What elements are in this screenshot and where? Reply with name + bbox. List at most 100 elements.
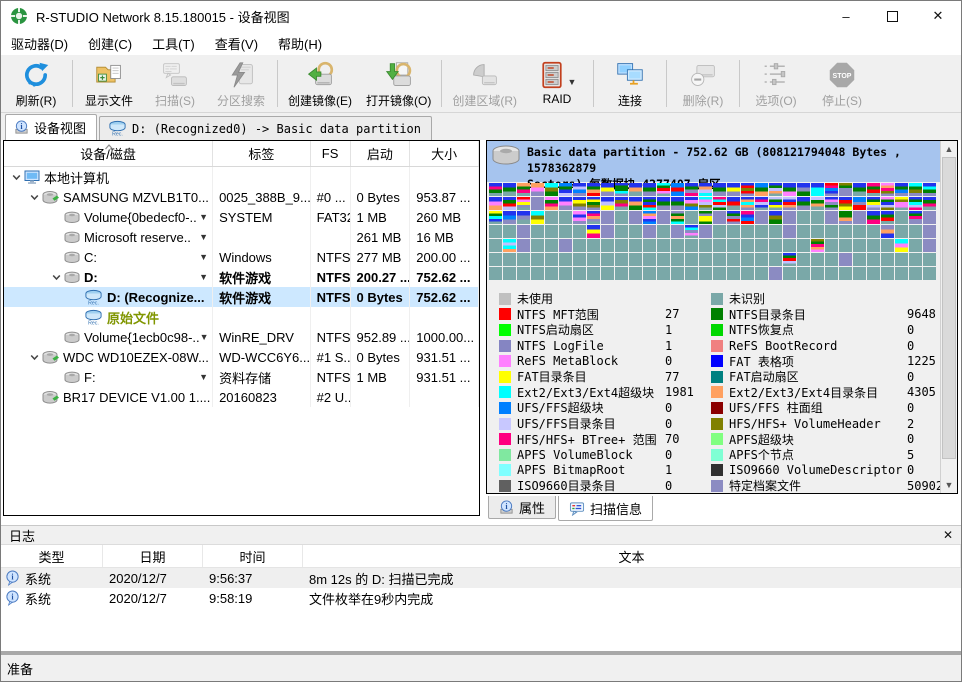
legend-label: NTFS LogFile	[517, 339, 665, 353]
log-column-header-time[interactable]: 时间	[203, 545, 303, 567]
expand-arrow-icon[interactable]	[8, 172, 24, 183]
close-button[interactable]: ✕	[915, 1, 961, 31]
info-tab-properties[interactable]: i属性	[488, 496, 556, 519]
device-cell-fs: NTFS	[311, 287, 351, 307]
legend-item: APFS VolumeBlock0	[499, 447, 707, 463]
scan-block	[503, 211, 516, 224]
volume-icon	[64, 231, 80, 244]
view-tab-device-view[interactable]: i设备视图	[5, 114, 97, 140]
log-row[interactable]: i系统2020/12/79:58:19文件枚举在9秒内完成	[1, 588, 961, 608]
expand-arrow-icon[interactable]	[26, 352, 42, 363]
device-row[interactable]: BR17 DEVICE V1.00 1....20160823#2 U...	[4, 387, 479, 407]
row-dropdown-icon[interactable]: ▼	[199, 372, 208, 382]
scan-legend-right: 未识别NTFS目录条目9648NTFS恢复点0ReFS BootRecord0F…	[711, 291, 958, 494]
device-cell-size: 752.62 ...	[410, 287, 479, 307]
info-tab-scan-info[interactable]: 扫描信息	[558, 496, 653, 521]
column-header-label[interactable]: 标签	[213, 141, 311, 166]
expand-arrow-icon[interactable]	[26, 192, 42, 203]
legend-swatch	[499, 293, 511, 305]
scan-panel-scrollbar[interactable]: ▲ ▼	[940, 141, 957, 493]
menu-item-help[interactable]: 帮助(H)	[268, 31, 332, 56]
scan-block	[797, 253, 810, 266]
device-cell-start: 277 MB	[351, 247, 411, 267]
scan-block	[489, 239, 502, 252]
legend-label: NTFS恢复点	[729, 321, 907, 338]
open-image-button[interactable]: 打开镜像(O)	[359, 55, 438, 112]
column-header-start[interactable]: 启动	[351, 141, 411, 166]
legend-item: APFS BitmapRoot1	[499, 463, 707, 479]
log-panel: 日志 ✕ 类型日期时间文本 i系统2020/12/79:56:378m 12s …	[1, 525, 961, 651]
scan-block	[783, 253, 796, 266]
legend-swatch	[711, 402, 723, 414]
volume-icon	[64, 211, 80, 224]
device-row[interactable]: Rec.原始文件	[4, 307, 479, 327]
minimize-button[interactable]: –	[823, 1, 869, 31]
scan-block	[769, 211, 782, 224]
scan-block	[909, 197, 922, 210]
legend-label: UFS/FFS超级块	[517, 399, 665, 416]
menu-item-view[interactable]: 查看(V)	[205, 31, 268, 56]
menu-item-drives[interactable]: 驱动器(D)	[1, 31, 78, 56]
row-dropdown-icon[interactable]: ▼	[199, 272, 208, 282]
show-files-button[interactable]: 显示文件	[76, 55, 142, 112]
menu-item-create[interactable]: 创建(C)	[78, 31, 142, 56]
scrollbar-thumb[interactable]	[942, 157, 956, 459]
scan-block	[783, 211, 796, 224]
row-dropdown-icon[interactable]: ▼	[199, 252, 208, 262]
scan-block	[741, 183, 754, 196]
scroll-down-icon[interactable]: ▼	[941, 477, 957, 493]
device-row[interactable]: D:▼软件游戏NTFS200.27 ...752.62 ...	[4, 267, 479, 287]
device-cell-label: 软件游戏	[213, 287, 311, 307]
row-dropdown-icon[interactable]: ▼	[200, 332, 209, 342]
scroll-up-icon[interactable]: ▲	[941, 141, 957, 157]
device-row[interactable]: SAMSUNG MZVLB1T0...0025_388B_9...#0 ...0…	[4, 187, 479, 207]
toolbar-button-label: 刷新(R)	[16, 92, 57, 109]
refresh-button[interactable]: 刷新(R)	[3, 55, 69, 112]
properties-icon: i	[499, 500, 514, 515]
device-row[interactable]: C:▼WindowsNTFS277 MB200.00 ...	[4, 247, 479, 267]
info-tab-bar: i属性扫描信息	[488, 496, 655, 521]
device-cell-size: 752.62 ...	[410, 267, 479, 287]
create-image-button[interactable]: 创建镜像(E)	[281, 55, 359, 112]
row-dropdown-icon[interactable]: ▼	[199, 232, 208, 242]
scan-block	[923, 197, 936, 210]
partition-header: Basic data partition - 752.62 GB (808121…	[487, 141, 940, 182]
disk-icon	[42, 390, 59, 405]
expand-arrow-icon[interactable]	[48, 272, 64, 283]
dropdown-caret-icon[interactable]: ▼	[568, 77, 577, 87]
view-tab-recognized-partition[interactable]: Rec.D: (Recognized0) -> Basic data parti…	[99, 116, 432, 140]
maximize-button[interactable]	[869, 1, 915, 31]
toolbar-button-label: RAID	[543, 92, 572, 106]
log-row[interactable]: i系统2020/12/79:56:378m 12s 的 D: 扫描已完成	[1, 568, 961, 588]
device-row[interactable]: Rec.D: (Recognize...软件游戏NTFS0 Bytes752.6…	[4, 287, 479, 307]
menu-item-tools[interactable]: 工具(T)	[142, 31, 205, 56]
connect-button[interactable]: 连接	[597, 55, 663, 112]
column-header-fs[interactable]: FS	[311, 141, 351, 166]
legend-count: 0	[665, 417, 707, 431]
column-header-size[interactable]: 大小	[410, 141, 479, 166]
scan-grid[interactable]	[489, 183, 936, 280]
raid-button[interactable]: ▼ RAID	[524, 55, 590, 112]
log-column-header-date[interactable]: 日期	[103, 545, 203, 567]
legend-count: 1	[665, 323, 707, 337]
device-row[interactable]: F:▼资料存储NTFS1 MB931.51 ...	[4, 367, 479, 387]
device-cell-fs: NTFS	[311, 247, 351, 267]
create-region-button: 创建区域(R)	[445, 55, 524, 112]
log-close-icon[interactable]: ✕	[943, 528, 953, 542]
toolbar-separator	[593, 60, 594, 107]
legend-label: 未识别	[729, 290, 907, 307]
device-row[interactable]: Volume{0bedecf0-..▼SYSTEMFAT321 MB260 MB	[4, 207, 479, 227]
scan-block	[741, 197, 754, 210]
legend-count: 27	[665, 307, 707, 321]
scan-block	[601, 197, 614, 210]
row-dropdown-icon[interactable]: ▼	[199, 212, 208, 222]
device-row[interactable]: Volume{1ecb0c98-..▼WinRE_DRVNTFS952.89 .…	[4, 327, 479, 347]
device-row[interactable]: Microsoft reserve..▼261 MB16 MB	[4, 227, 479, 247]
log-column-header-text[interactable]: 文本	[303, 545, 961, 567]
legend-item: ISO9660目录条目0	[499, 478, 707, 494]
device-row[interactable]: 本地计算机	[4, 167, 479, 187]
log-column-header-type[interactable]: 类型	[1, 545, 103, 567]
scan-block	[713, 197, 726, 210]
device-row[interactable]: WDC WD10EZEX-08W...WD-WCC6Y6...#1 S...0 …	[4, 347, 479, 367]
scan-block	[531, 183, 544, 196]
